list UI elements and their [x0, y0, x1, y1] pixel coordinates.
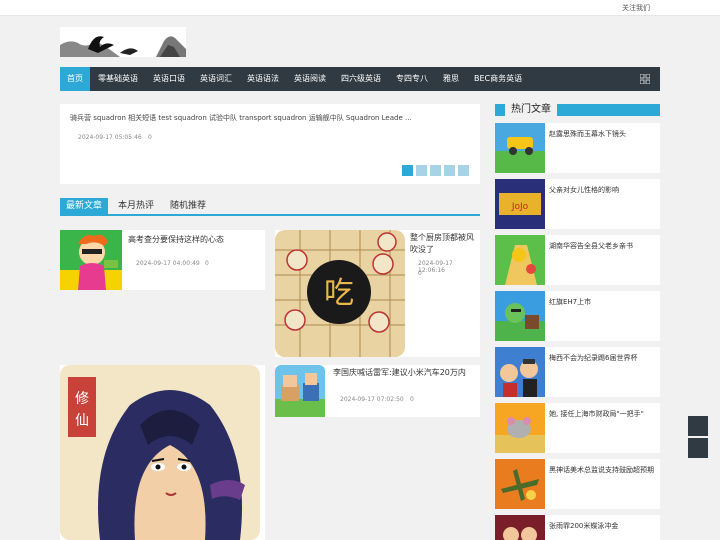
sidebar-item[interactable]: 她, 接任上海市财政局"一把手" [495, 403, 660, 453]
article-time: 2024-09-17 07:02:50 [340, 396, 404, 403]
slider-dot-3[interactable] [430, 165, 441, 176]
sidebar-thumbnail [495, 459, 545, 509]
article-thumbnail[interactable]: 吃 [275, 230, 405, 357]
nav-item-ielts[interactable]: 雅思 [443, 67, 459, 91]
sidebar-item[interactable]: 张雨霏200米蝶泳冲金 [495, 515, 660, 540]
hot-articles-label: 热门文章 [505, 102, 557, 118]
article-thumbnail[interactable] [60, 230, 122, 290]
article-title[interactable]: 李国庆喊话雷军:建议小米汽车20万内 [333, 367, 478, 379]
nav-item-reading[interactable]: 英语阅读 [294, 67, 326, 91]
nav-item-home[interactable]: 首页 [60, 67, 90, 91]
sidebar-item[interactable]: 梅西不会为纪录踢6届世界杯 [495, 347, 660, 397]
slider-dot-4[interactable] [444, 165, 455, 176]
featured-slider[interactable]: 骑兵营 squadron 相关短语 test squadron 试验中队 tra… [60, 104, 480, 184]
slider-time: 2024-09-17 05:05:46 [78, 134, 142, 141]
nav-item-vocabulary[interactable]: 英语词汇 [200, 67, 232, 91]
article-time: 2024-09-17 04:00:49 [136, 260, 200, 267]
sidebar-thumbnail [495, 235, 545, 285]
slider-dot-1[interactable] [402, 165, 413, 176]
seal-glyph-1: 修 [75, 391, 89, 407]
article-time: 2024-09-17 12:06:16 [418, 260, 453, 274]
sidebar-item[interactable]: 湖南华容告全县父老乡亲书 [495, 235, 660, 285]
article-views: 0 [205, 260, 209, 267]
sidebar-item-title[interactable]: 湖南华容告全县父老乡亲书 [549, 241, 657, 251]
top-bar: 关注我们 [0, 0, 720, 16]
slider-views: 0 [148, 134, 152, 141]
article-card[interactable]: 吃 整个厨房顶都被风吹没了 2024-09-17 12:06:16 0 [275, 230, 480, 357]
article-card[interactable]: 修 仙 [60, 365, 265, 540]
sidebar-item-title[interactable]: 她, 接任上海市财政局"一把手" [549, 409, 657, 419]
tab-monthly-hot[interactable]: 本月热评 [118, 198, 154, 214]
sidebar-thumbnail [495, 123, 545, 173]
article-title[interactable]: 整个厨房顶都被风吹没了 [410, 232, 478, 256]
grid-menu-icon[interactable] [640, 74, 650, 84]
sidebar-item[interactable]: 黑神话美术总监说支持鼓励超预期 [495, 459, 660, 509]
tab-random[interactable]: 随机推荐 [170, 198, 206, 214]
article-title[interactable]: 高考查分要保持这样的心态 [128, 234, 262, 246]
slider-title[interactable]: 骑兵营 squadron 相关短语 test squadron 试验中队 tra… [70, 113, 470, 123]
sidebar-thumbnail [495, 347, 545, 397]
main-nav: 首页 零基础英语 英语口语 英语词汇 英语语法 英语阅读 四六级英语 专四专八 … [60, 67, 660, 91]
sidebar-thumbnail: JoJo [495, 179, 545, 229]
tab-latest[interactable]: 最新文章 [60, 198, 109, 214]
article-card[interactable]: 高考查分要保持这样的心态 2024-09-17 04:00:49 0 [60, 230, 265, 290]
eat-glyph: 吃 [324, 276, 354, 311]
sidebar-item[interactable]: 赵露思殊而玉幕水下镜头 [495, 123, 660, 173]
nav-item-bec[interactable]: BEC商务英语 [474, 67, 522, 91]
article-views: 0 [418, 270, 422, 277]
sidebar-item-title[interactable]: 张雨霏200米蝶泳冲金 [549, 521, 657, 531]
nav-item-tem[interactable]: 专四专八 [396, 67, 428, 91]
sidebar-item-title[interactable]: 赵露思殊而玉幕水下镜头 [549, 129, 657, 139]
site-logo[interactable] [60, 27, 186, 57]
sidebar-item[interactable]: JoJo 父亲对女儿性格的影响 [495, 179, 660, 229]
slider-dot-5[interactable] [458, 165, 469, 176]
sidebar-item-title[interactable]: 梅西不会为纪录踢6届世界杯 [549, 353, 657, 363]
nav-item-grammar[interactable]: 英语语法 [247, 67, 279, 91]
sidebar-thumbnail [495, 291, 545, 341]
nav-item-cet[interactable]: 四六级英语 [341, 67, 381, 91]
nav-item-spoken-english[interactable]: 英语口语 [153, 67, 185, 91]
seal-glyph-2: 仙 [75, 413, 89, 429]
nav-item-beginner-english[interactable]: 零基础英语 [98, 67, 138, 91]
float-button-down[interactable] [688, 438, 708, 458]
float-button-up[interactable] [688, 416, 708, 436]
article-thumbnail[interactable]: 修 仙 [60, 365, 265, 540]
article-views: 0 [410, 396, 414, 403]
jojo-logo-glyph: JoJo [511, 202, 529, 212]
sidebar-item-title[interactable]: 红旗EH7上市 [549, 297, 657, 307]
slider-dot-2[interactable] [416, 165, 427, 176]
sidebar-item-title[interactable]: 父亲对女儿性格的影响 [549, 185, 657, 195]
article-card[interactable]: 李国庆喊话雷军:建议小米汽车20万内 2024-09-17 07:02:50 0 [275, 365, 480, 417]
header [0, 16, 720, 66]
article-thumbnail[interactable] [275, 365, 325, 417]
sidebar-thumbnail [495, 403, 545, 453]
sidebar-item[interactable]: 红旗EH7上市 [495, 291, 660, 341]
follow-us-link[interactable]: 关注我们 [622, 3, 650, 13]
sidebar-item-title[interactable]: 黑神话美术总监说支持鼓励超预期 [549, 465, 657, 475]
article-tabs: 最新文章 本月热评 随机推荐 [60, 198, 480, 216]
sidebar-thumbnail [495, 515, 545, 540]
hot-articles-heading: 热门文章 [495, 102, 660, 118]
